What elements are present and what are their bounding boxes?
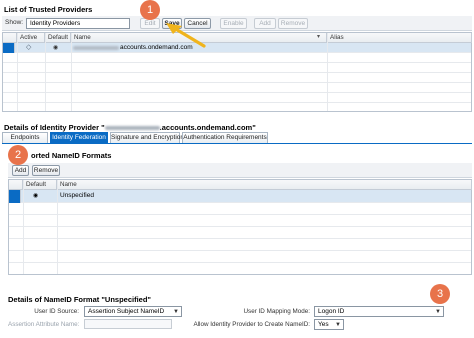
nameid-details-title: Details of NameID Format "Unspecified": [8, 295, 151, 304]
show-label: Show:: [5, 19, 24, 26]
remove-provider-button[interactable]: Remove: [278, 18, 308, 29]
add-provider-button[interactable]: Add: [254, 18, 276, 29]
add-nameid-button[interactable]: Add: [12, 165, 29, 176]
allow-create-nameid-value: Yes: [318, 321, 329, 328]
table-row: [9, 203, 471, 215]
nameid-format-name: Unspecified: [60, 192, 94, 199]
column-header-default: Default: [23, 180, 57, 190]
assertion-attribute-label: Assertion Attribute Name:: [8, 321, 80, 328]
table-row: [3, 83, 471, 93]
table-row: [9, 215, 471, 227]
nameid-formats-table: Default Name ◉ Unspecified: [8, 179, 472, 275]
trusted-providers-table: Active Default Name Alias ▾ ◇ ◉ accounts…: [2, 32, 472, 112]
table-row: [3, 53, 471, 63]
table-row: [3, 73, 471, 83]
callout-badge: 3: [430, 284, 450, 304]
nameid-toolbar: Add Remove: [8, 163, 472, 178]
table-row: [9, 239, 471, 251]
tab-endpoints[interactable]: Endpoints: [2, 132, 48, 143]
tab-identity-federation[interactable]: Identity Federation: [50, 132, 108, 143]
row-selector-header: [9, 180, 23, 190]
user-id-mapping-value: Logon ID: [318, 308, 345, 315]
show-filter-input[interactable]: Identity Providers: [26, 18, 130, 29]
table-row: [9, 251, 471, 263]
row-selector[interactable]: [3, 43, 15, 53]
default-radio-icon[interactable]: ◉: [53, 43, 58, 53]
row-selector[interactable]: [9, 190, 21, 203]
default-radio-icon[interactable]: ◉: [33, 191, 38, 201]
assertion-attribute-input[interactable]: [84, 319, 172, 329]
chevron-down-icon: ▼: [335, 322, 341, 328]
user-id-mapping-select[interactable]: Logon ID ▼: [314, 306, 444, 317]
column-header-default: Default: [45, 33, 71, 43]
trusted-providers-toolbar: Show: Identity Providers Edit Save Cance…: [2, 16, 472, 31]
row-selector-header: [3, 33, 17, 43]
user-id-mapping-label: User ID Mapping Mode:: [243, 308, 311, 315]
chevron-down-icon: ▼: [173, 309, 179, 315]
table-row: [9, 227, 471, 239]
allow-create-nameid-label: Allow Identity Provider to Create NameID…: [193, 321, 310, 328]
redacted-text: [104, 126, 160, 131]
callout-badge: 2: [8, 145, 28, 165]
table-row[interactable]: ◉ Unspecified: [9, 190, 471, 203]
enable-button[interactable]: Enable: [220, 18, 247, 29]
idp-details-title: Details of Identity Provider " .accounts.…: [4, 123, 256, 132]
pointer-arrow-icon: [166, 23, 206, 48]
sort-caret-icon[interactable]: ▾: [317, 33, 320, 40]
user-id-source-label: User ID Source:: [34, 308, 79, 315]
tab-authentication-requirements[interactable]: Authentication Requirements: [182, 132, 268, 143]
callout-badge: 1: [140, 0, 160, 20]
redacted-text: [73, 46, 119, 50]
user-id-source-value: Assertion Subject NameID: [88, 308, 165, 315]
table-row: [3, 63, 471, 73]
table-row: [3, 93, 471, 103]
chevron-down-icon: ▼: [435, 309, 441, 315]
supported-nameid-title: orted NameID Formats: [31, 151, 112, 160]
table-row[interactable]: ◇ ◉ accounts.ondemand.com: [3, 43, 471, 53]
tab-signature-encryption[interactable]: Signature and Encryption: [110, 132, 184, 143]
user-id-source-select[interactable]: Assertion Subject NameID ▼: [84, 306, 182, 317]
allow-create-nameid-select[interactable]: Yes ▼: [314, 319, 344, 330]
remove-nameid-button[interactable]: Remove: [32, 165, 60, 176]
column-header-active: Active: [17, 33, 45, 43]
column-header-alias: Alias: [327, 33, 472, 43]
column-header-name: Name: [57, 180, 472, 190]
trusted-providers-title: List of Trusted Providers: [4, 5, 93, 14]
active-diamond-icon: ◇: [26, 44, 32, 51]
